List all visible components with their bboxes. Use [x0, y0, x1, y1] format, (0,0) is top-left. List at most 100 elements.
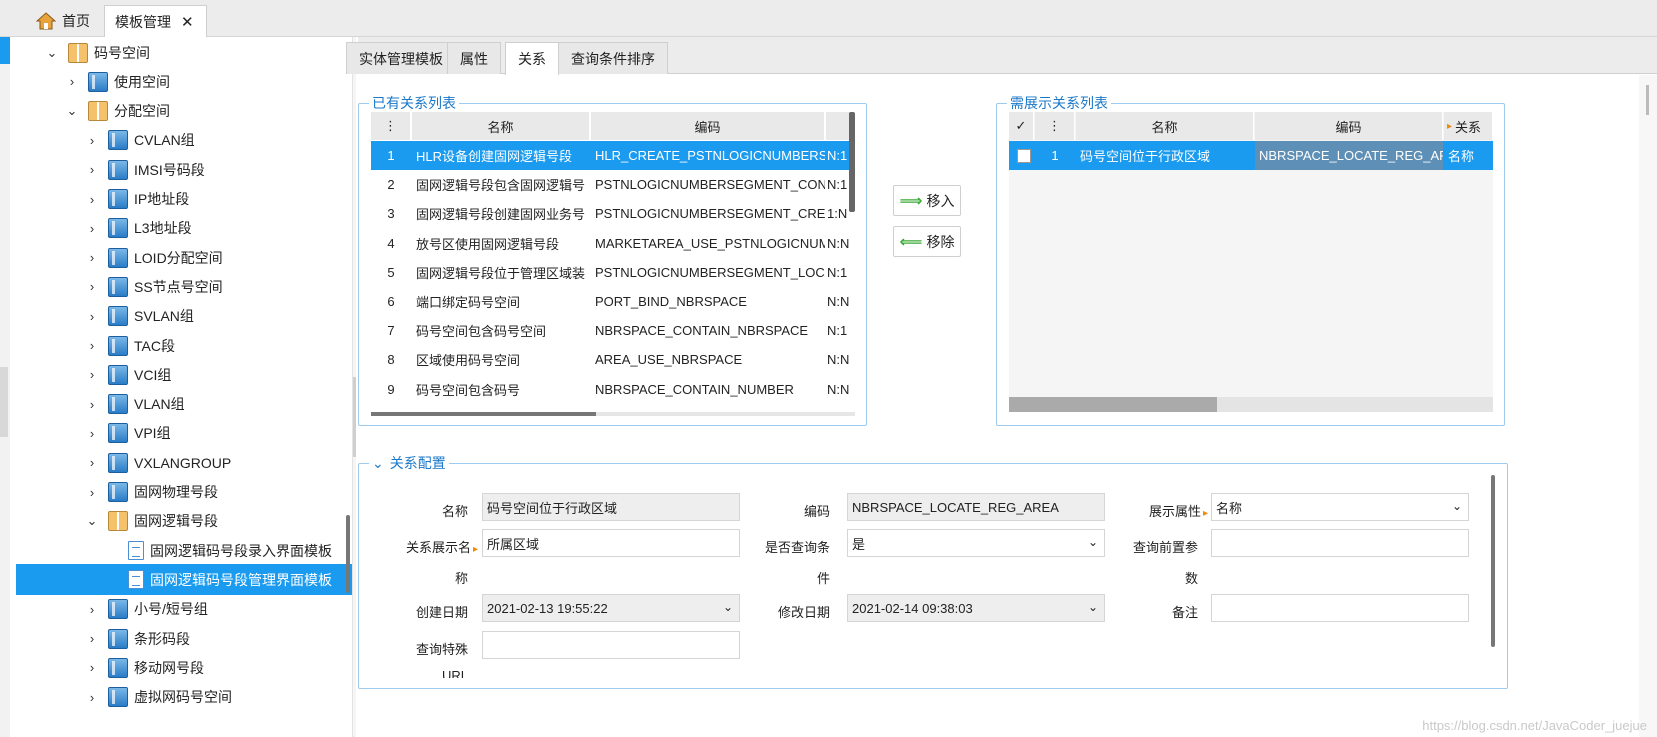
tree-item[interactable]: › 固网物理号段: [16, 477, 352, 508]
chevron-right-icon[interactable]: ›: [84, 367, 100, 382]
chevron-right-icon[interactable]: ›: [84, 602, 100, 617]
chevron-right-icon[interactable]: ›: [84, 309, 100, 324]
table-row[interactable]: 4 放号区使用固网逻辑号段 MARKETAREA_USE_PSTNLOGICNUM N…: [371, 229, 849, 258]
chevron-right-icon[interactable]: ›: [84, 397, 100, 412]
chevron-down-icon[interactable]: ⌄: [44, 45, 60, 61]
chevron-right-icon[interactable]: ›: [84, 162, 100, 177]
tree-item[interactable]: ⌄ 分配空间: [16, 96, 352, 127]
table-row[interactable]: 6 端口绑定码号空间 PORT_BIND_NBRSPACE N:N: [371, 287, 849, 316]
tree-item[interactable]: › VLAN组: [16, 389, 352, 420]
sub-tab[interactable]: 查询条件排序: [558, 42, 668, 74]
chevron-right-icon[interactable]: ›: [84, 250, 100, 265]
tree-item[interactable]: › 虚拟网码号空间: [16, 682, 352, 713]
tree-item[interactable]: ⌄ 固网逻辑号段: [16, 506, 352, 537]
content-scrollbar[interactable]: [1639, 75, 1657, 737]
show-attr-select[interactable]: 名称 ⌄: [1211, 493, 1469, 521]
tree-item[interactable]: ⌄ 码号空间: [16, 37, 352, 68]
chevron-right-icon[interactable]: ›: [84, 690, 100, 705]
tree-item[interactable]: › SVLAN组: [16, 301, 352, 332]
table-row[interactable]: 7 码号空间包含码号空间 NBRSPACE_CONTAIN_NBRSPACE N:1: [371, 316, 849, 345]
row-code: PSTNLOGICNUMBERSEGMENT_CREA: [595, 206, 825, 222]
top-tab-bar: 首页 模板管理 ✕: [0, 0, 1657, 37]
chevron-right-icon[interactable]: ›: [84, 133, 100, 148]
chevron-right-icon[interactable]: ›: [64, 74, 80, 89]
chevron-right-icon[interactable]: ›: [84, 279, 100, 294]
table-row[interactable]: 1 HLR设备创建固网逻辑号段 HLR_CREATE_PSTNLOGICNUMBER…: [371, 141, 849, 170]
tab-home[interactable]: 首页: [26, 5, 100, 37]
rel-show-name-field[interactable]: 所属区域: [482, 529, 740, 557]
modified-date-field[interactable]: 2021-02-14 09:38:03 ⌄: [847, 594, 1105, 622]
tree-scrollbar[interactable]: [346, 515, 350, 593]
tree-item[interactable]: › IMSI号码段: [16, 154, 352, 185]
column-header-relation[interactable]: ▸ 关系: [1444, 112, 1493, 140]
column-menu-icon[interactable]: ⋮: [1035, 112, 1075, 140]
tree-item-label: L3地址段: [134, 220, 192, 237]
is-query-select[interactable]: 是 ⌄: [847, 529, 1105, 557]
chevron-right-icon[interactable]: ›: [84, 338, 100, 353]
sub-tab[interactable]: 实体管理模板: [346, 42, 456, 74]
display-grid-hscroll[interactable]: [1009, 397, 1493, 412]
config-scrollbar[interactable]: [1491, 475, 1495, 647]
column-header-code[interactable]: 编码: [1255, 112, 1443, 140]
chevron-down-icon[interactable]: ⌄: [84, 513, 100, 529]
row-name: 区域使用码号空间: [416, 353, 521, 369]
tree-item[interactable]: 固网逻辑码号段录入界面模板: [16, 535, 352, 566]
tree-item[interactable]: › LOID分配空间: [16, 242, 352, 273]
tree-item-label: 固网逻辑号段: [134, 513, 218, 530]
chevron-down-icon[interactable]: ⌄: [64, 103, 80, 119]
tab-template-management[interactable]: 模板管理 ✕: [104, 5, 207, 37]
tree-item[interactable]: › VXLANGROUP: [16, 447, 352, 478]
move-in-button[interactable]: ⟹ 移入: [893, 185, 961, 216]
move-out-button[interactable]: ⟸ 移除: [893, 226, 961, 257]
existing-grid-hscroll[interactable]: [371, 412, 855, 416]
chevron-down-icon: ⌄: [1451, 499, 1462, 513]
created-date-field[interactable]: 2021-02-13 19:55:22 ⌄: [482, 594, 740, 622]
sub-tab[interactable]: 属性: [447, 42, 501, 74]
chevron-right-icon[interactable]: ›: [84, 455, 100, 470]
query-pre-param-field[interactable]: [1211, 529, 1469, 557]
tree-item[interactable]: › 条形码段: [16, 623, 352, 654]
column-header-code[interactable]: 编码: [591, 112, 825, 140]
tree-item-label: 固网逻辑码号段管理界面模板: [150, 571, 332, 588]
tree-item[interactable]: › L3地址段: [16, 213, 352, 244]
tree-item[interactable]: › VPI组: [16, 418, 352, 449]
row-code: PSTNLOGICNUMBERSEGMENT_CON: [595, 177, 825, 193]
relation-config-legend[interactable]: ⌄ 关系配置: [369, 453, 449, 473]
tree-item[interactable]: › 使用空间: [16, 66, 352, 97]
table-row[interactable]: 9 码号空间包含码号 NBRSPACE_CONTAIN_NUMBER N:N: [371, 375, 849, 404]
node-icon: [108, 130, 128, 151]
chevron-right-icon[interactable]: ›: [84, 631, 100, 646]
chevron-right-icon[interactable]: ›: [84, 192, 100, 207]
row-cardinality: N:N: [827, 381, 849, 397]
splitter[interactable]: [352, 37, 356, 737]
column-header-name[interactable]: 名称: [412, 112, 590, 140]
grid-vertical-scrollbar[interactable]: [849, 112, 855, 212]
table-row[interactable]: 5 固网逻辑号段位于管理区域装 PSTNLOGICNUMBERSEGMENT_LOC…: [371, 258, 849, 287]
tree-item[interactable]: › 移动网号段: [16, 652, 352, 683]
sub-tab[interactable]: 关系: [505, 42, 559, 75]
chevron-right-icon[interactable]: ›: [84, 221, 100, 236]
chevron-right-icon[interactable]: ›: [84, 426, 100, 441]
tree-item[interactable]: › IP地址段: [16, 184, 352, 215]
table-row[interactable]: 8 区域使用码号空间 AREA_USE_NBRSPACE N:N: [371, 345, 849, 374]
tree-item[interactable]: › VCI组: [16, 359, 352, 390]
column-menu-icon[interactable]: ⋮: [371, 112, 411, 140]
tree-item[interactable]: › SS节点号空间: [16, 271, 352, 302]
special-url-field[interactable]: [482, 631, 740, 659]
column-header-name[interactable]: 名称: [1076, 112, 1254, 140]
name-field[interactable]: 码号空间位于行政区域: [482, 493, 740, 521]
tree-item[interactable]: › CVLAN组: [16, 125, 352, 156]
tree-item[interactable]: 固网逻辑码号段管理界面模板: [16, 564, 352, 596]
table-row[interactable]: 2 固网逻辑号段包含固网逻辑号 PSTNLOGICNUMBERSEGMENT_CON…: [371, 170, 849, 199]
tree-item[interactable]: › TAC段: [16, 330, 352, 361]
row-checkbox[interactable]: [1013, 141, 1033, 170]
chevron-right-icon[interactable]: ›: [84, 485, 100, 500]
select-all-checkbox[interactable]: ✓: [1009, 112, 1034, 140]
code-field[interactable]: NBRSPACE_LOCATE_REG_AREA: [847, 493, 1105, 521]
chevron-right-icon[interactable]: ›: [84, 660, 100, 675]
tree-item[interactable]: › 小号/短号组: [16, 594, 352, 625]
table-row[interactable]: 3 固网逻辑号段创建固网业务号 PSTNLOGICNUMBERSEGMENT_CRE…: [371, 199, 849, 228]
table-row[interactable]: 1 码号空间位于行政区域 NBRSPACE_LOCATE_REG_ARE 名称: [1009, 141, 1493, 170]
close-icon[interactable]: ✕: [181, 13, 194, 31]
remark-field[interactable]: [1211, 594, 1469, 622]
